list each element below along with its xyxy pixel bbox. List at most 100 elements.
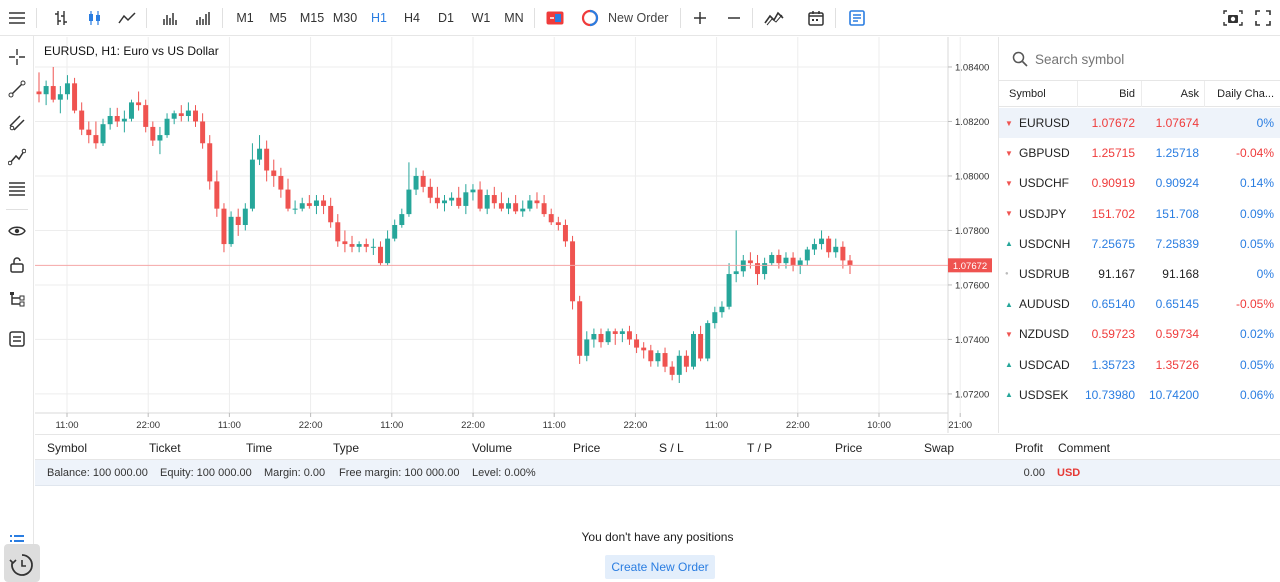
time-tick-label: 11:00 [543, 420, 566, 431]
col-symbol[interactable]: Symbol [47, 435, 87, 461]
watchlist-row[interactable]: ▲ USDSEK 10.73980 10.74200 0.06% [999, 380, 1280, 410]
price-tick-label: 1.08400 [955, 62, 989, 73]
candle-body [214, 181, 220, 209]
timeframe-w1[interactable]: W1 [468, 0, 494, 36]
templates-icon[interactable] [0, 324, 34, 354]
timeframe-d1[interactable]: D1 [434, 0, 458, 36]
watchlist-bid: 0.65140 [1091, 297, 1135, 312]
channel-icon[interactable] [0, 108, 34, 138]
col-comment[interactable]: Comment [1058, 435, 1110, 461]
visibility-eye-icon[interactable] [0, 216, 34, 246]
col-daily-change[interactable]: Daily Cha... [1206, 81, 1274, 107]
col-bid[interactable]: Bid [1079, 81, 1135, 107]
object-tree-icon[interactable] [0, 284, 34, 314]
candle-body [747, 260, 753, 264]
line-chart-icon[interactable] [114, 0, 140, 36]
col-volume[interactable]: Volume [472, 435, 512, 461]
timeframe-m5[interactable]: M5 [265, 0, 291, 36]
candle-body [72, 83, 78, 111]
candle-body [100, 124, 106, 144]
col-current-price[interactable]: Price [835, 435, 862, 461]
candle-body [257, 148, 263, 160]
watchlist-bid: 0.59723 [1091, 327, 1135, 342]
top-toolbar: M1 M5 M15 M30 H1 H4 D1 W1 MN New Order [0, 0, 1280, 36]
watchlist-bid: 1.25715 [1091, 146, 1135, 161]
screenshot-icon[interactable] [1220, 0, 1246, 36]
fibonacci-icon[interactable] [0, 174, 34, 204]
candle-body [64, 83, 70, 95]
col-ticket[interactable]: Ticket [149, 435, 181, 461]
timeframe-m1[interactable]: M1 [232, 0, 258, 36]
menu-icon[interactable] [0, 0, 34, 36]
history-clock-icon [9, 554, 33, 576]
real-volume-icon[interactable] [190, 0, 216, 36]
calendar-icon[interactable] [803, 0, 829, 36]
candle-body [349, 244, 355, 247]
watchlist-row[interactable]: ▲ USDCAD 1.35723 1.35726 0.05% [999, 350, 1280, 380]
tick-volume-icon[interactable] [157, 0, 183, 36]
candle-body [733, 271, 739, 275]
candle-body [698, 333, 704, 359]
watchlist-row[interactable]: ▲ AUDUSD 0.65140 0.65145 -0.05% [999, 289, 1280, 319]
search-bar[interactable] [999, 37, 1280, 81]
col-time[interactable]: Time [246, 435, 272, 461]
candle-body [143, 105, 149, 127]
col-price[interactable]: Price [573, 435, 600, 461]
candle-body [790, 257, 796, 266]
candle-body [619, 331, 625, 334]
timeframe-h1[interactable]: H1 [367, 0, 391, 36]
journal-icon[interactable] [844, 0, 870, 36]
col-profit[interactable]: Profit [1015, 435, 1043, 461]
fullscreen-icon[interactable] [1250, 0, 1276, 36]
balance-row: Balance: 100 000.00 Equity: 100 000.00 M… [35, 460, 1280, 486]
watchlist-row[interactable]: ▼ EURUSD 1.07672 1.07674 0% [999, 108, 1280, 138]
zoom-out-icon[interactable] [722, 0, 746, 36]
col-swap[interactable]: Swap [924, 435, 954, 461]
candle-body [157, 135, 163, 141]
new-order-button[interactable]: New Order [581, 0, 671, 36]
col-stop-loss[interactable]: S / L [659, 435, 684, 461]
candle-body [577, 301, 583, 356]
zoom-in-icon[interactable] [688, 0, 712, 36]
watchlist-row[interactable]: ▼ USDCHF 0.90919 0.90924 0.14% [999, 168, 1280, 198]
lock-icon[interactable] [0, 250, 34, 280]
candle-body [498, 203, 504, 209]
candle-body [847, 260, 853, 266]
watchlist-row[interactable]: ▼ USDJPY 151.702 151.708 0.09% [999, 199, 1280, 229]
watchlist-row[interactable]: ▲ USDCNH 7.25675 7.25839 0.05% [999, 229, 1280, 259]
polyline-icon[interactable] [0, 142, 34, 172]
timeframe-m15[interactable]: M15 [298, 0, 326, 36]
col-take-profit[interactable]: T / P [747, 435, 772, 461]
watchlist-bid: 91.167 [1098, 267, 1135, 281]
watchlist-ask: 0.59734 [1155, 327, 1199, 342]
timeframe-m30[interactable]: M30 [331, 0, 359, 36]
watchlist-symbol: USDRUB [1019, 267, 1070, 281]
col-ask[interactable]: Ask [1143, 81, 1199, 107]
timeframe-h4[interactable]: H4 [400, 0, 424, 36]
timeframe-mn[interactable]: MN [501, 0, 527, 36]
candle-body [321, 200, 327, 206]
bar-chart-icon[interactable] [48, 0, 74, 36]
col-symbol[interactable]: Symbol [1009, 81, 1046, 107]
watchlist-row[interactable]: ▼ GBPUSD 1.25715 1.25718 -0.04% [999, 138, 1280, 168]
one-click-trading-icon[interactable] [543, 0, 567, 36]
new-order-label: New Order [608, 11, 669, 25]
candle-body [136, 102, 142, 106]
toolbox-panel: Symbol Ticket Time Type Volume Price S /… [35, 434, 1280, 582]
indicators-icon[interactable] [760, 0, 788, 36]
watchlist-row[interactable]: ● USDRUB 91.167 91.168 0% [999, 259, 1280, 289]
create-new-order-button[interactable]: Create New Order [605, 555, 715, 579]
candle-body [833, 246, 839, 253]
trendline-icon[interactable] [0, 74, 34, 104]
watchlist-change: -0.05% [1235, 297, 1274, 312]
price-chart[interactable]: 1.08400 1.08200 1.08000 1.07800 1.07600 1.074… [35, 37, 997, 433]
col-type[interactable]: Type [333, 435, 359, 461]
watchlist-bid: 7.25675 [1091, 236, 1135, 251]
current-price-label: 1.07672 [948, 258, 992, 273]
search-input[interactable] [1035, 47, 1265, 71]
watchlist-row[interactable]: ▼ NZDUSD 0.59723 0.59734 0.02% [999, 319, 1280, 349]
candle-body [185, 110, 191, 117]
down-arrow-icon: ▼ [1005, 209, 1013, 219]
candlestick-chart-icon[interactable] [82, 0, 108, 36]
crosshair-icon[interactable] [0, 42, 34, 72]
